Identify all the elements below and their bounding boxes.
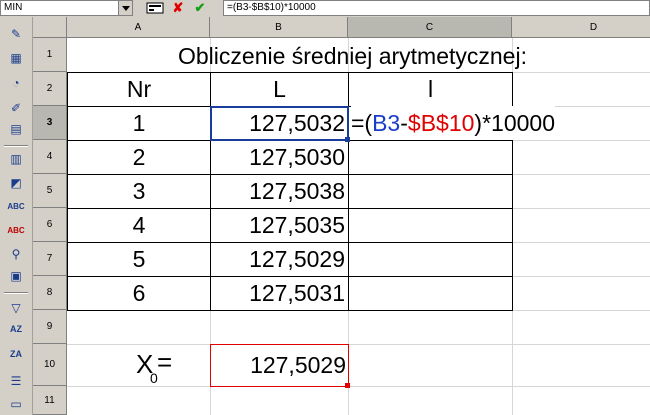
cell-nr-3[interactable]: 3 [67, 174, 211, 209]
active-cell-outline [210, 106, 349, 141]
mean-equals: = [157, 347, 173, 377]
formula-bar: MIN ✘ ✔ =(B3-$B$10)*10000 [0, 0, 650, 17]
header-l[interactable]: l [348, 72, 513, 107]
row-header-9[interactable]: 9 [33, 310, 67, 344]
row-header-3[interactable]: 3 [33, 106, 67, 140]
cancel-icon[interactable]: ✘ [168, 0, 188, 16]
cell-l-3[interactable] [348, 174, 513, 209]
cell-l-5[interactable] [348, 242, 513, 277]
spreadsheet-grid[interactable]: A B C D 1 2 3 4 5 6 7 8 9 10 11 Obliczen… [33, 17, 650, 415]
cell-L-4[interactable]: 127,5035 [210, 208, 349, 243]
gridline [67, 386, 650, 387]
cell-L-3[interactable]: 127,5038 [210, 174, 349, 209]
chevron-down-icon [121, 5, 130, 11]
accept-icon[interactable]: ✔ [190, 0, 210, 16]
cell-L-2[interactable]: 127,5030 [210, 140, 349, 175]
row-header-2[interactable]: 2 [33, 72, 67, 106]
autospellcheck-icon[interactable]: ABC [6, 221, 26, 239]
cell-l-2[interactable] [348, 140, 513, 175]
column-header-b[interactable]: B [210, 17, 348, 38]
row-header-4[interactable]: 4 [33, 140, 67, 174]
insert-icon[interactable]: ▥ [6, 150, 26, 168]
chart-icon[interactable]: ◔ [6, 74, 26, 92]
form-icon[interactable]: ▤ [6, 120, 26, 138]
draw-icon[interactable]: ✐ [6, 99, 26, 117]
name-box[interactable]: MIN [0, 0, 133, 16]
row-header-7[interactable]: 7 [33, 242, 67, 276]
formula-edit-cell[interactable]: =(B3- $B$10)*10000 [351, 106, 555, 140]
cell-L-6[interactable]: 127,5031 [210, 276, 349, 311]
cell-L-5[interactable]: 127,5029 [210, 242, 349, 277]
table-icon[interactable]: ▦ [6, 49, 26, 67]
cell-l-6[interactable] [348, 276, 513, 311]
column-header-d[interactable]: D [512, 17, 650, 38]
cell-l-4[interactable] [348, 208, 513, 243]
row-header-1[interactable]: 1 [33, 38, 67, 72]
filter-icon[interactable]: ▽ [6, 299, 26, 317]
row-header-10[interactable]: 10 [33, 344, 67, 386]
referenced-cell-outline [210, 344, 349, 387]
formula-ref-b3: B3 [372, 109, 401, 136]
cell-nr-4[interactable]: 4 [67, 208, 211, 243]
fill-handle[interactable] [345, 137, 350, 142]
row-header-6[interactable]: 6 [33, 208, 67, 242]
formula-input[interactable]: =(B3-$B$10)*10000 [223, 0, 650, 16]
select-all-corner[interactable] [33, 17, 67, 38]
column-header-c[interactable]: C [348, 17, 512, 38]
row-header-8[interactable]: 8 [33, 276, 67, 310]
gridline [67, 344, 650, 345]
cell-nr-6[interactable]: 6 [67, 276, 211, 311]
cell-nr-1[interactable]: 1 [67, 106, 211, 141]
edit-file-icon[interactable]: ✎ [6, 25, 26, 43]
outline-icon[interactable]: ▭ [6, 395, 26, 413]
row-header-11[interactable]: 11 [33, 386, 67, 415]
sort-ascending-icon[interactable]: AZ [6, 320, 26, 338]
toolbar-separator [4, 145, 28, 147]
column-header-a[interactable]: A [67, 17, 210, 38]
cell-nr-5[interactable]: 5 [67, 242, 211, 277]
spellcheck-icon[interactable]: ABC [6, 197, 26, 215]
group-icon[interactable]: ☰ [6, 372, 26, 390]
left-toolbar: ✎ ▦ ◔ ✐ ▤ ▥ ◩ ABC ABC ⚲ ▣ ▽ AZ ZA ☰ ▭ [0, 17, 33, 415]
function-wizard-icon[interactable] [144, 0, 166, 16]
formula-part-open: =( [351, 109, 373, 136]
toolbar-separator [4, 292, 28, 294]
header-L[interactable]: L [210, 72, 349, 107]
reference-handle[interactable] [345, 383, 350, 388]
header-nr[interactable]: Nr [67, 72, 211, 107]
row-header-5[interactable]: 5 [33, 174, 67, 208]
autoformat-icon[interactable]: ◩ [6, 174, 26, 192]
formula-part-close: )*10000 [474, 109, 555, 136]
sort-descending-icon[interactable]: ZA [6, 345, 26, 363]
formula-part-minus: - [400, 109, 408, 136]
cell-nr-2[interactable]: 2 [67, 140, 211, 175]
formula-ref-b10: $B$10 [407, 109, 475, 136]
sheet-title: Obliczenie średniej arytmetycznej: [178, 42, 527, 69]
find-icon[interactable]: ⚲ [6, 245, 26, 263]
name-box-dropdown[interactable] [118, 0, 133, 16]
datasource-icon[interactable]: ▣ [6, 267, 26, 285]
